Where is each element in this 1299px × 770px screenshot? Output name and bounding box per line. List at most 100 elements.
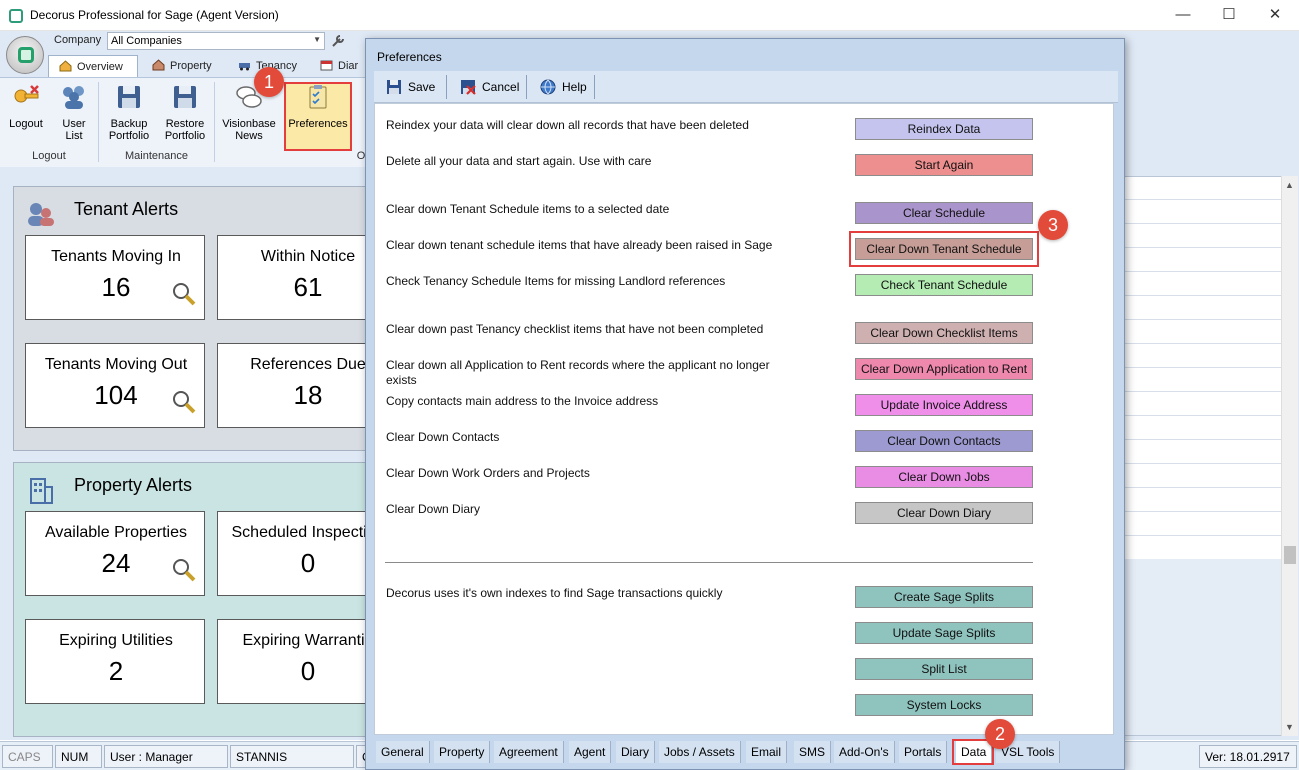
tab-portals[interactable]: Portals: [899, 741, 948, 763]
scroll-up-icon[interactable]: ▲: [1285, 180, 1294, 190]
wrench-icon[interactable]: [330, 33, 346, 49]
machine-indicator: STANNIS: [230, 745, 354, 768]
option-description: Copy contacts main address to the Invoic…: [386, 394, 659, 408]
tab-jobs-assets[interactable]: Jobs / Assets: [659, 741, 741, 763]
property-alerts-title: Property Alerts: [74, 475, 193, 495]
tab-general[interactable]: General: [376, 741, 430, 763]
tab-data[interactable]: Data: [956, 741, 993, 763]
card-label: Available Properties: [44, 524, 187, 541]
logout-button[interactable]: Logout: [4, 82, 48, 130]
option-description: Clear Down Contacts: [386, 430, 500, 444]
company-select[interactable]: All Companies ▼: [107, 32, 325, 50]
check-tenant-schedule-button[interactable]: Check Tenant Schedule: [855, 274, 1033, 296]
option-description: Clear down Tenant Schedule items to a se…: [386, 202, 670, 216]
create-sage-splits-button[interactable]: Create Sage Splits: [855, 586, 1033, 608]
restore-portfolio-label: Restore Portfolio: [164, 118, 206, 142]
home-icon: [59, 60, 72, 72]
maximize-button[interactable]: ☐: [1206, 0, 1252, 31]
dialog-toolbar: Save Cancel Help: [374, 71, 1118, 103]
cancel-button[interactable]: Cancel: [448, 75, 527, 99]
user-list-button[interactable]: User List: [54, 82, 94, 142]
tenants-icon: [28, 203, 54, 226]
alert-card[interactable]: Expiring Warrantie 0: [217, 619, 377, 704]
clear-down-jobs-button[interactable]: Clear Down Jobs: [855, 466, 1033, 488]
window-titlebar: Decorus Professional for Sage (Agent Ver…: [0, 0, 1299, 31]
tab-label: Overview: [77, 61, 123, 73]
alert-card[interactable]: Tenants Moving In 16: [25, 235, 205, 320]
update-sage-splits-button[interactable]: Update Sage Splits: [855, 622, 1033, 644]
system-locks-button[interactable]: System Locks: [855, 694, 1033, 716]
preferences-label: Preferences: [288, 118, 348, 130]
tab-diary[interactable]: Diary: [616, 741, 656, 763]
user-indicator: User : Manager: [104, 745, 228, 768]
grid-row-line: [1125, 463, 1281, 464]
vertical-scrollbar[interactable]: ▲ ▼: [1281, 176, 1298, 736]
alert-card[interactable]: Within Notice 61: [217, 235, 377, 320]
reindex-data-button[interactable]: Reindex Data: [855, 118, 1033, 140]
tab-agreement[interactable]: Agreement: [494, 741, 564, 763]
grid-row-line: [1125, 367, 1281, 368]
grid-row-line: [1125, 535, 1281, 536]
alert-card[interactable]: Scheduled Inspection 0: [217, 511, 385, 596]
section-divider: [385, 562, 1033, 563]
backup-portfolio-label: Backup Portfolio: [108, 118, 150, 142]
grid-row-line: [1125, 415, 1281, 416]
scroll-thumb[interactable]: [1284, 546, 1296, 564]
window-title: Decorus Professional for Sage (Agent Ver…: [30, 8, 279, 22]
toolbar-separator: [526, 75, 527, 99]
update-invoice-address-button[interactable]: Update Invoice Address: [855, 394, 1033, 416]
visionbase-news-label: Visionbase News: [222, 118, 276, 142]
save-label: Save: [408, 80, 436, 94]
users-icon: [63, 86, 84, 109]
tab-email[interactable]: Email: [746, 741, 788, 763]
grid-row-line: [1125, 343, 1281, 344]
key-icon: [14, 85, 39, 103]
clear-down-application-to-rent-button[interactable]: Clear Down Application to Rent: [855, 358, 1033, 380]
tab-overview[interactable]: Overview: [48, 55, 138, 77]
tab-agent[interactable]: Agent: [569, 741, 612, 763]
tab-add-ons[interactable]: Add-On's: [834, 741, 895, 763]
car-icon: [239, 63, 250, 71]
magnifier-icon[interactable]: [172, 390, 196, 414]
tab-property[interactable]: Property: [434, 741, 491, 763]
alert-card[interactable]: Expiring Utilities 2: [25, 619, 205, 704]
alert-card[interactable]: Tenants Moving Out 104: [25, 343, 205, 428]
close-button[interactable]: ✕: [1252, 0, 1298, 31]
version-indicator: Ver: 18.01.2917: [1199, 745, 1297, 768]
grid-row-line: [1125, 223, 1281, 224]
clear-schedule-button[interactable]: Clear Schedule: [855, 202, 1033, 224]
clear-down-checklist-items-button[interactable]: Clear Down Checklist Items: [855, 322, 1033, 344]
magnifier-icon[interactable]: [172, 282, 196, 306]
alert-card[interactable]: Available Properties 24: [25, 511, 205, 596]
option-description: Clear down past Tenancy checklist items …: [386, 322, 764, 336]
magnifier-icon[interactable]: [172, 558, 196, 582]
property-alerts-panel: Property Alerts Available Properties 24 …: [13, 462, 385, 737]
split-list-button[interactable]: Split List: [855, 658, 1033, 680]
help-button[interactable]: Help: [528, 75, 595, 99]
scroll-down-icon[interactable]: ▼: [1285, 722, 1294, 732]
card-label: Tenants Moving In: [51, 248, 181, 265]
clipboard-icon: [309, 85, 327, 109]
help-label: Help: [562, 80, 587, 94]
start-again-button[interactable]: Start Again: [855, 154, 1033, 176]
clear-down-diary-button[interactable]: Clear Down Diary: [855, 502, 1033, 524]
tab-diary[interactable]: Diar: [310, 55, 370, 77]
house-icon: [152, 59, 165, 71]
application-menu-button[interactable]: [6, 36, 44, 74]
backup-portfolio-button[interactable]: Backup Portfolio: [103, 82, 155, 142]
restore-portfolio-button[interactable]: Restore Portfolio: [159, 82, 211, 142]
tab-property[interactable]: Property: [142, 55, 226, 77]
dialog-title: Preferences: [377, 50, 442, 64]
company-select-value: All Companies: [111, 35, 182, 47]
save-button[interactable]: Save: [374, 75, 443, 99]
preferences-button[interactable]: Preferences: [286, 82, 350, 130]
minimize-button[interactable]: —: [1160, 0, 1206, 31]
tab-sms[interactable]: SMS: [794, 741, 832, 763]
cancel-label: Cancel: [482, 80, 520, 94]
clear-down-tenant-schedule-button[interactable]: Clear Down Tenant Schedule: [855, 238, 1033, 260]
grid-row-line: [1125, 487, 1281, 488]
clear-down-contacts-button[interactable]: Clear Down Contacts: [855, 430, 1033, 452]
caps-indicator: CAPS: [2, 745, 53, 768]
data-grid[interactable]: [1124, 176, 1282, 736]
alert-card[interactable]: References Due 18: [217, 343, 377, 428]
